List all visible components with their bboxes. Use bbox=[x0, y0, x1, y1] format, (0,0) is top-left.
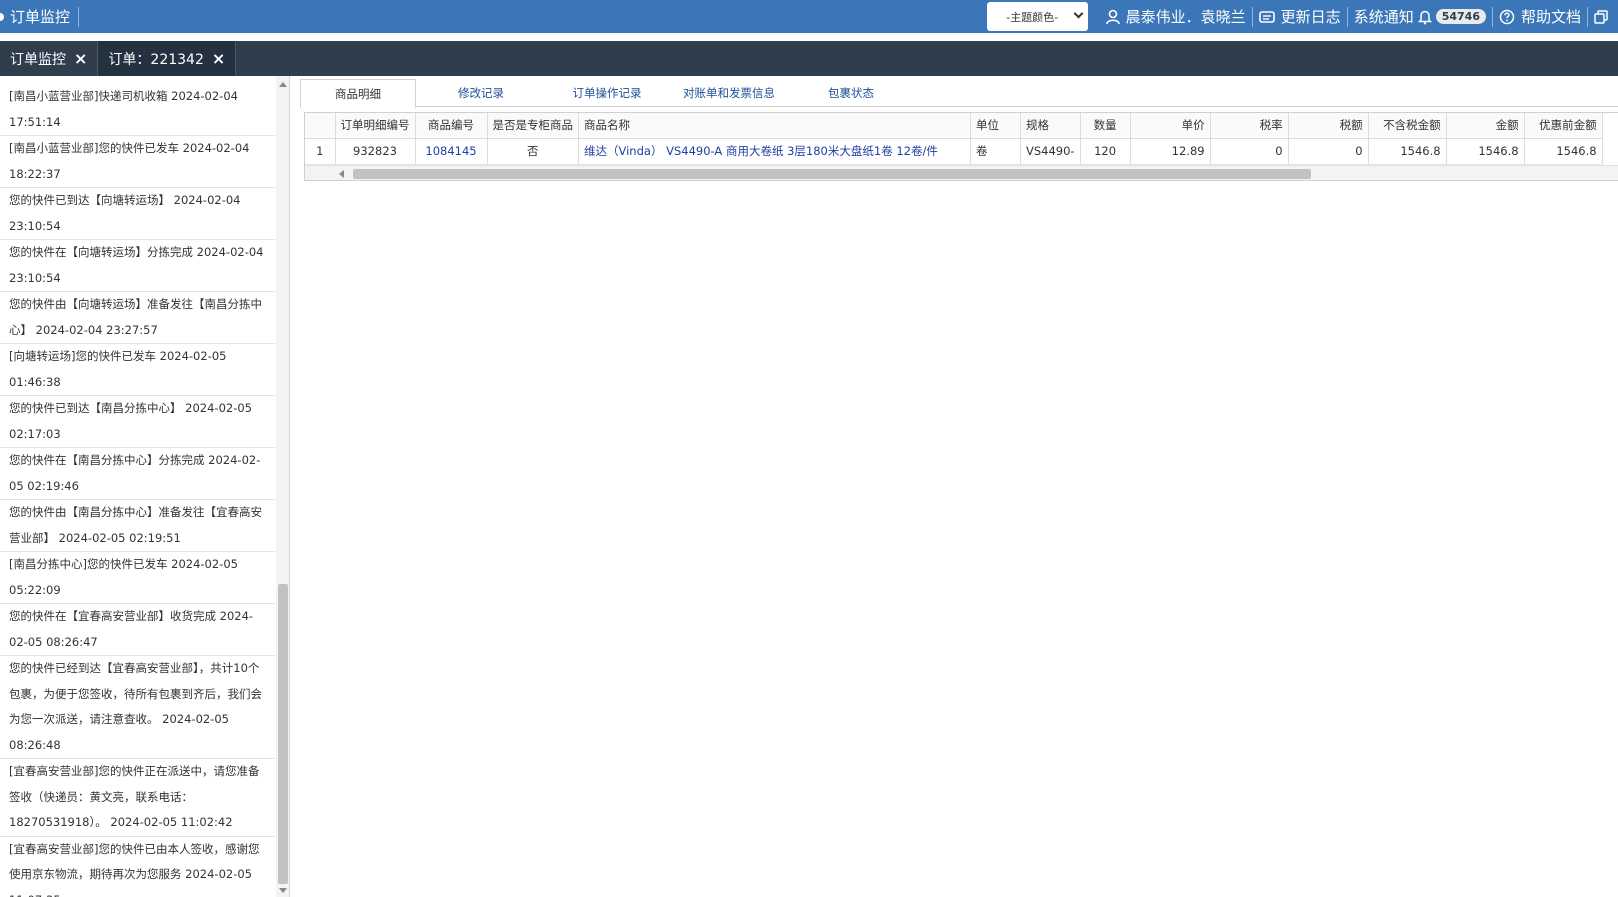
theme-color-select[interactable]: -主题颜色- bbox=[986, 2, 1088, 31]
notifications-label: 系统通知 bbox=[1353, 8, 1414, 26]
list-item: [南昌小蓝营业部]您的快件已发车 2024-02-04 18:22:37 bbox=[0, 136, 275, 188]
column-header[interactable]: 不含税金额 bbox=[1368, 113, 1447, 139]
list-item: [南昌分拣中心]您的快件已发车 2024-02-05 05:22:09 bbox=[0, 552, 275, 604]
list-item: [宜春高安营业部]您的快件正在派送中，请您准备签收（快递员：黄文亮，联系电话：1… bbox=[0, 759, 275, 837]
amount-before-discount: 1546.8 bbox=[1524, 138, 1603, 165]
brand-marker-icon bbox=[0, 12, 4, 21]
column-header[interactable]: 优惠前金额 bbox=[1524, 113, 1603, 139]
list-item: 您的快件在【向塘转运场】分拣完成 2024-02-04 23:10:54 bbox=[0, 240, 275, 292]
close-icon[interactable]: × bbox=[212, 49, 225, 68]
tab-order-monitor[interactable]: 订单监控 × bbox=[0, 41, 99, 76]
product-table: 订单明细编号 商品编号 是否是专柜商品 商品名称 单位 规格 数量 单价 税率 … bbox=[305, 113, 1603, 165]
order-detail-id: 932823 bbox=[335, 138, 416, 165]
list-item: [南昌小蓝营业部]快递司机收箱 2024-02-04 17:51:14 bbox=[0, 84, 275, 136]
table-row[interactable]: 1 932823 1084145 否 维达（Vinda） VS4490-A 商用… bbox=[305, 138, 1603, 165]
scroll-left-arrow-icon[interactable] bbox=[339, 169, 344, 178]
help-label: 帮助文档 bbox=[1520, 8, 1581, 26]
column-header[interactable]: 数量 bbox=[1080, 113, 1131, 139]
close-icon[interactable]: × bbox=[74, 49, 87, 68]
tab-label: 订单：221342 bbox=[108, 51, 204, 68]
column-header[interactable]: 税率 bbox=[1210, 113, 1289, 139]
tab-package-status[interactable]: 包裹状态 bbox=[790, 79, 912, 107]
product-id-link[interactable]: 1084145 bbox=[415, 138, 488, 165]
table-header-row: 订单明细编号 商品编号 是否是专柜商品 商品名称 单位 规格 数量 单价 税率 … bbox=[305, 113, 1603, 139]
tab-modification-records[interactable]: 修改记录 bbox=[416, 79, 546, 107]
column-header[interactable]: 商品编号 bbox=[415, 113, 488, 139]
tab-order-detail[interactable]: 订单：221342 × bbox=[98, 41, 237, 76]
scroll-up-arrow-icon[interactable] bbox=[279, 82, 287, 87]
list-item: [宜春高安营业部]您的快件已由本人签收，感谢您使用京东物流，期待再次为您服务 2… bbox=[0, 837, 275, 897]
notification-count-badge: 54746 bbox=[1435, 9, 1486, 24]
tracking-log-panel[interactable]: [南昌小蓝营业部]快递司机收箱 2024-02-04 17:51:14 [南昌小… bbox=[0, 76, 290, 897]
product-name-link[interactable]: 维达（Vinda） VS4490-A 商用大卷纸 3层180米大盘纸1卷 12卷… bbox=[578, 138, 971, 165]
column-header[interactable]: 规格 bbox=[1020, 113, 1081, 139]
list-item: 您的快件已到达【向塘转运场】 2024-02-04 23:10:54 bbox=[0, 188, 275, 240]
changelog-icon bbox=[1258, 10, 1275, 23]
changelog-label: 更新日志 bbox=[1280, 8, 1341, 26]
column-header[interactable]: 单位 bbox=[970, 113, 1021, 139]
help-icon bbox=[1499, 9, 1515, 24]
app-title: 订单监控 bbox=[10, 8, 71, 26]
list-item: 您的快件已到达【南昌分拣中心】 2024-02-05 02:17:03 bbox=[0, 396, 275, 448]
user-menu[interactable]: 晨泰伟业．袁晓兰 bbox=[1100, 0, 1252, 33]
tracking-log-list: [南昌小蓝营业部]快递司机收箱 2024-02-04 17:51:14 [南昌小… bbox=[0, 84, 275, 897]
user-name: 晨泰伟业．袁晓兰 bbox=[1125, 8, 1246, 26]
product-detail-grid: 订单明细编号 商品编号 是否是专柜商品 商品名称 单位 规格 数量 单价 税率 … bbox=[304, 112, 1618, 181]
is-counter-product: 否 bbox=[487, 138, 579, 165]
scrollbar-thumb[interactable] bbox=[353, 168, 1311, 179]
unit: 卷 bbox=[970, 138, 1021, 165]
page-tabs: 订单监控 × 订单：221342 × bbox=[0, 41, 1618, 76]
list-item: [向塘转运场]您的快件已发车 2024-02-05 01:46:38 bbox=[0, 344, 275, 396]
theme-select-value: -主题颜色- bbox=[1006, 10, 1059, 24]
column-header[interactable]: 税额 bbox=[1288, 113, 1369, 139]
vertical-scrollbar[interactable] bbox=[276, 76, 289, 897]
user-icon bbox=[1105, 9, 1120, 24]
column-header[interactable]: 金额 bbox=[1446, 113, 1525, 139]
top-bar: 订单监控 -主题颜色- 晨泰伟业．袁晓兰 更新日志 系统通知 54746 帮助文… bbox=[0, 0, 1618, 33]
window-toggle[interactable] bbox=[1588, 0, 1618, 33]
copy-window-icon bbox=[1594, 9, 1608, 24]
detail-tabs: 商品明细 修改记录 订单操作记录 对账单和发票信息 包裹状态 bbox=[300, 79, 1618, 108]
tab-statement-invoice[interactable]: 对账单和发票信息 bbox=[668, 79, 790, 107]
scrollbar-thumb[interactable] bbox=[278, 584, 288, 884]
notifications-link[interactable]: 系统通知 54746 bbox=[1348, 0, 1492, 33]
list-item: 您的快件已经到达【宜春高安营业部】，共计10个包裹，为便于您签收，待所有包裹到齐… bbox=[0, 656, 275, 759]
header-actions: -主题颜色- 晨泰伟业．袁晓兰 更新日志 系统通知 54746 帮助文档 bbox=[986, 0, 1618, 33]
order-detail-content: 商品明细 修改记录 订单操作记录 对账单和发票信息 包裹状态 订单明细编号 商品… bbox=[300, 76, 1618, 897]
changelog-link[interactable]: 更新日志 bbox=[1253, 0, 1347, 33]
scroll-down-arrow-icon[interactable] bbox=[279, 888, 287, 893]
column-header[interactable]: 订单明细编号 bbox=[335, 113, 416, 139]
spec: VS4490- bbox=[1020, 138, 1081, 165]
amount: 1546.8 bbox=[1446, 138, 1525, 165]
amount-excl-tax: 1546.8 bbox=[1368, 138, 1447, 165]
row-number: 1 bbox=[305, 138, 336, 165]
tab-product-details[interactable]: 商品明细 bbox=[300, 79, 416, 108]
tab-operation-records[interactable]: 订单操作记录 bbox=[546, 79, 668, 107]
tax-rate: 0 bbox=[1210, 138, 1289, 165]
column-header[interactable]: 单价 bbox=[1130, 113, 1211, 139]
chevron-down-icon bbox=[1073, 8, 1084, 19]
list-item: 您的快件在【宜春高安营业部】收货完成 2024-02-05 08:26:47 bbox=[0, 604, 275, 656]
help-link[interactable]: 帮助文档 bbox=[1493, 0, 1587, 33]
tax-amount: 0 bbox=[1288, 138, 1369, 165]
horizontal-scrollbar[interactable] bbox=[305, 164, 1618, 180]
list-item: 您的快件由【向塘转运场】准备发往【南昌分拣中心】 2024-02-04 23:2… bbox=[0, 292, 275, 344]
column-header bbox=[305, 113, 336, 139]
bell-icon bbox=[1417, 10, 1432, 24]
list-item: 您的快件由【南昌分拣中心】准备发往【宜春高安营业部】 2024-02-05 02… bbox=[0, 500, 275, 552]
unit-price: 12.89 bbox=[1130, 138, 1211, 165]
column-header[interactable]: 商品名称 bbox=[578, 113, 971, 139]
divider bbox=[78, 6, 80, 27]
app-brand[interactable]: 订单监控 bbox=[0, 0, 80, 33]
quantity: 120 bbox=[1080, 138, 1131, 165]
tab-label: 订单监控 bbox=[10, 51, 66, 68]
list-item: 您的快件在【南昌分拣中心】分拣完成 2024-02-05 02:19:46 bbox=[0, 448, 275, 500]
column-header[interactable]: 是否是专柜商品 bbox=[487, 113, 579, 139]
